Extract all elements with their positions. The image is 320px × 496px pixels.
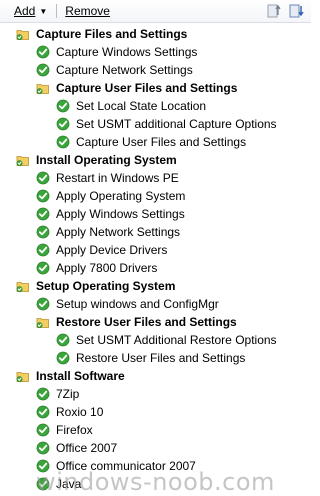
check-icon: [36, 423, 50, 437]
tree-item-label: Capture User Files and Settings: [76, 135, 247, 149]
tree-item[interactable]: 7Zip: [12, 385, 305, 403]
check-icon: [56, 117, 70, 131]
check-icon: [36, 441, 50, 455]
folder-check-icon: [16, 153, 30, 167]
tree-item[interactable]: Apply Device Drivers: [12, 241, 305, 259]
check-icon: [36, 171, 50, 185]
tree-item[interactable]: Restart in Windows PE: [12, 169, 305, 187]
tree-group-label: Setup Operating System: [36, 279, 176, 293]
tree-item-label: Roxio 10: [56, 405, 104, 419]
check-icon: [36, 297, 50, 311]
add-button-label: Add: [14, 4, 36, 18]
tree-item-label: Office 2007: [56, 441, 118, 455]
tree-item[interactable]: Capture Windows Settings: [12, 43, 305, 61]
tree-group-install-software[interactable]: Install Software: [12, 367, 305, 385]
tree-group-label: Install Software: [36, 369, 125, 383]
tree-item[interactable]: Setup windows and ConfigMgr: [12, 295, 305, 313]
folder-check-icon: [16, 369, 30, 383]
tree-item[interactable]: Set USMT Additional Restore Options: [12, 331, 305, 349]
tree-item-label: Apply Windows Settings: [56, 207, 185, 221]
check-icon: [36, 225, 50, 239]
tree-item-label: 7Zip: [56, 387, 80, 401]
tree-item-label: Set USMT additional Capture Options: [76, 117, 277, 131]
folder-check-icon: [16, 27, 30, 41]
check-icon: [56, 99, 70, 113]
tree-item-label: Capture Network Settings: [56, 63, 193, 77]
tree-group-label: Capture User Files and Settings: [56, 81, 238, 95]
chevron-down-icon: ▼: [39, 7, 48, 16]
tree-item-label: Apply Network Settings: [56, 225, 181, 239]
folder-check-icon: [36, 81, 50, 95]
tree-group-label: Install Operating System: [36, 153, 177, 167]
tree-item[interactable]: Restore User Files and Settings: [12, 349, 305, 367]
check-icon: [56, 351, 70, 365]
tree-item-label: Capture Windows Settings: [56, 45, 198, 59]
tree-group-restore-user-files[interactable]: Restore User Files and Settings: [12, 313, 305, 331]
tree-item-label: Firefox: [56, 423, 93, 437]
remove-button[interactable]: Remove: [65, 4, 110, 18]
tree-item[interactable]: Apply 7800 Drivers: [12, 259, 305, 277]
folder-check-icon: [36, 315, 50, 329]
check-icon: [56, 333, 70, 347]
tree-item-label: Restore User Files and Settings: [76, 351, 246, 365]
task-sequence-tree: Capture Files and Settings Capture Windo…: [12, 25, 305, 493]
check-icon: [36, 45, 50, 59]
tree-item-label: Set Local State Location: [76, 99, 207, 113]
task-sequence-toolbar: Add ▼ Remove: [0, 0, 311, 23]
tree-item-label: Restart in Windows PE: [56, 171, 179, 185]
add-button[interactable]: Add ▼: [14, 4, 47, 18]
tree-item[interactable]: Roxio 10: [12, 403, 305, 421]
toolbar-divider: [56, 4, 58, 18]
remove-button-label: Remove: [65, 4, 110, 18]
check-icon: [36, 387, 50, 401]
check-icon: [36, 63, 50, 77]
tree-item-label: Apply 7800 Drivers: [56, 261, 158, 275]
tree-item-label: Apply Operating System: [56, 189, 186, 203]
check-icon: [36, 405, 50, 419]
tree-item-label: Apply Device Drivers: [56, 243, 168, 257]
folder-check-icon: [16, 279, 30, 293]
tree-item[interactable]: Apply Network Settings: [12, 223, 305, 241]
tree-group-capture-user-files[interactable]: Capture User Files and Settings: [12, 79, 305, 97]
tree-group-setup-os[interactable]: Setup Operating System: [12, 277, 305, 295]
tree-item[interactable]: Set Local State Location: [12, 97, 305, 115]
tree-item[interactable]: Apply Windows Settings: [12, 205, 305, 223]
check-icon: [36, 261, 50, 275]
tree-item-label: Setup windows and ConfigMgr: [56, 297, 219, 311]
tree-item-label: Set USMT Additional Restore Options: [76, 333, 277, 347]
check-icon: [56, 135, 70, 149]
tree-item[interactable]: Capture User Files and Settings: [12, 133, 305, 151]
check-icon: [36, 207, 50, 221]
check-icon: [36, 189, 50, 203]
move-down-icon[interactable]: [289, 3, 305, 19]
tree-item[interactable]: Firefox: [12, 421, 305, 439]
move-up-icon[interactable]: [267, 3, 281, 19]
tree-item[interactable]: Apply Operating System: [12, 187, 305, 205]
tree-item[interactable]: Capture Network Settings: [12, 61, 305, 79]
check-icon: [36, 243, 50, 257]
watermark: windows-noob.com: [36, 468, 275, 496]
tree-item[interactable]: Set USMT additional Capture Options: [12, 115, 305, 133]
tree-item[interactable]: Office 2007: [12, 439, 305, 457]
tree-group-label: Capture Files and Settings: [36, 27, 188, 41]
tree-group-install-os[interactable]: Install Operating System: [12, 151, 305, 169]
tree-group-label: Restore User Files and Settings: [56, 315, 237, 329]
tree-group-capture-files[interactable]: Capture Files and Settings: [12, 25, 305, 43]
